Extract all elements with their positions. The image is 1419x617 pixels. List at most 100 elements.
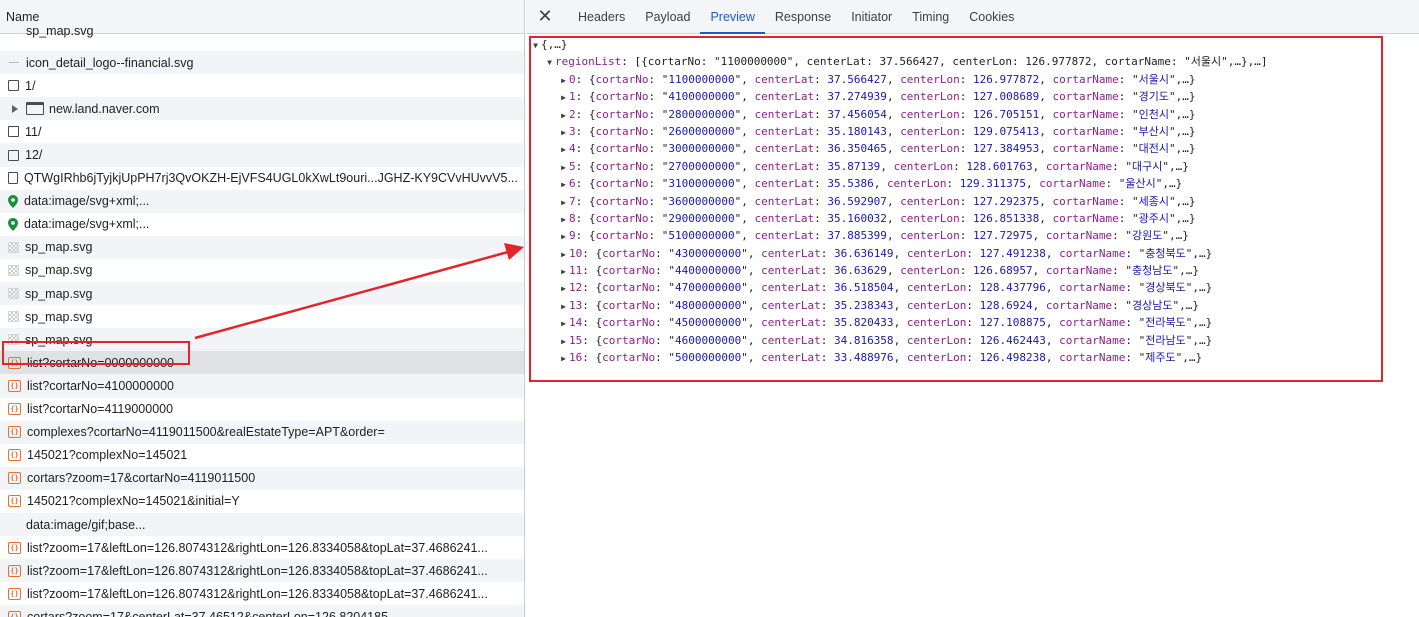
- request-name: data:image/svg+xml;...: [24, 194, 150, 209]
- request-row[interactable]: 11/: [0, 120, 524, 143]
- collapsed-triangle-icon[interactable]: ▶: [558, 194, 569, 211]
- collapsed-triangle-icon[interactable]: ▶: [558, 298, 569, 315]
- region-item-line[interactable]: ▶ 12: {cortarNo: "4700000000", centerLat:…: [530, 279, 1419, 296]
- region-item-line[interactable]: ▶ 11: {cortarNo: "4400000000", centerLat:…: [530, 262, 1419, 279]
- region-item-line[interactable]: ▶ 7: {cortarNo: "3600000000", centerLat: …: [530, 193, 1419, 210]
- item-cortar-name: 전라남도: [1145, 333, 1186, 347]
- frame-window-icon: [26, 102, 44, 116]
- region-list-line[interactable]: ▼ regionList: [{cortarNo: "1100000000", c…: [530, 53, 1419, 70]
- expanded-triangle-icon[interactable]: ▼: [544, 54, 555, 71]
- item-center-lat: 35.238343: [833, 298, 894, 312]
- collapsed-triangle-icon[interactable]: ▶: [558, 350, 569, 367]
- request-row[interactable]: {} list?cortarNo=4100000000: [0, 374, 524, 398]
- request-row[interactable]: data:image/gif;base...: [0, 512, 524, 537]
- item-cortar-no: 4800000000: [674, 298, 742, 312]
- request-row[interactable]: {} list?cortarNo=4119000000: [0, 398, 524, 421]
- collapsed-triangle-icon[interactable]: ▶: [558, 211, 569, 228]
- item-index: 4: [569, 142, 576, 156]
- request-row[interactable]: QTWgIRhb6jTyjkjUpPH7rj3QvOKZH-EjVFS4UGL0…: [0, 167, 524, 190]
- expand-caret-icon[interactable]: [8, 103, 20, 115]
- request-row[interactable]: {} 145021?complexNo=145021&initial=Y: [0, 490, 524, 513]
- item-center-lon: 127.72975: [973, 229, 1033, 243]
- svg-image-icon: [8, 241, 19, 253]
- collapsed-triangle-icon[interactable]: ▶: [558, 159, 569, 176]
- region-item-line[interactable]: ▶ 1: {cortarNo: "4100000000", centerLat: …: [530, 88, 1419, 105]
- request-row[interactable]: sp_map.svg: [0, 235, 524, 259]
- region-item-line[interactable]: ▶ 3: {cortarNo: "2600000000", centerLat: …: [530, 123, 1419, 140]
- request-name: new.land.naver.com: [49, 101, 160, 116]
- collapsed-triangle-icon[interactable]: ▶: [558, 141, 569, 158]
- region-item-line[interactable]: ▶ 9: {cortarNo: "5100000000", centerLat: …: [530, 227, 1419, 244]
- region-item-line[interactable]: ▶ 14: {cortarNo: "4500000000", centerLat:…: [530, 314, 1419, 331]
- item-center-lon: 127.491238: [979, 246, 1046, 260]
- request-row[interactable]: {} list?zoom=17&leftLon=126.8074312&right…: [0, 559, 524, 583]
- region-item-line[interactable]: ▶ 15: {cortarNo: "4600000000", centerLat:…: [530, 332, 1419, 349]
- region-item-line[interactable]: ▶ 16: {cortarNo: "5000000000", centerLat:…: [530, 349, 1419, 366]
- close-details-icon[interactable]: ✕: [536, 0, 554, 33]
- item-index: 8: [569, 211, 576, 225]
- request-name: sp_map.svg: [25, 240, 93, 255]
- request-name: QTWgIRhb6jTyjkjUpPH7rj3QvOKZH-EjVFS4UGL0…: [24, 171, 518, 186]
- region-item-line[interactable]: ▶ 5: {cortarNo: "2700000000", centerLat: …: [530, 158, 1419, 175]
- region-item-line[interactable]: ▶ 13: {cortarNo: "4800000000", centerLat:…: [530, 297, 1419, 314]
- collapsed-triangle-icon[interactable]: ▶: [558, 72, 569, 89]
- request-row[interactable]: sp_map.svg: [0, 259, 524, 282]
- json-root-line[interactable]: ▼ {,…}: [530, 36, 1419, 53]
- region-item-line[interactable]: ▶ 2: {cortarNo: "2800000000", centerLat: …: [530, 106, 1419, 123]
- collapsed-triangle-icon[interactable]: ▶: [558, 176, 569, 193]
- tab-cookies[interactable]: Cookies: [959, 0, 1024, 33]
- request-row[interactable]: 1/: [0, 74, 524, 97]
- collapsed-triangle-icon[interactable]: ▶: [558, 280, 569, 297]
- request-row[interactable]: new.land.naver.com: [0, 97, 524, 121]
- item-cortar-name: 경상남도: [1132, 298, 1173, 312]
- request-row[interactable]: data:image/svg+xml;...: [0, 213, 524, 236]
- request-row[interactable]: {} list?zoom=17&leftLon=126.8074312&right…: [0, 582, 524, 605]
- tab-initiator[interactable]: Initiator: [841, 0, 902, 33]
- request-row[interactable]: sp_map.svg: [0, 28, 524, 51]
- request-row[interactable]: {} cortars?zoom=17&cortarNo=4119011500: [0, 466, 524, 490]
- collapsed-triangle-icon[interactable]: ▶: [558, 89, 569, 106]
- request-row[interactable]: data:image/svg+xml;...: [0, 189, 524, 213]
- collapsed-triangle-icon[interactable]: ▶: [558, 315, 569, 332]
- request-name: sp_map.svg: [25, 309, 93, 324]
- item-cortar-no: 5000000000: [674, 351, 742, 365]
- item-index: 13: [569, 298, 583, 312]
- collapsed-triangle-icon[interactable]: ▶: [558, 246, 569, 263]
- region-item-line[interactable]: ▶ 8: {cortarNo: "2900000000", centerLat: …: [530, 210, 1419, 227]
- request-row[interactable]: {} complexes?cortarNo=4119011500&realEsta…: [0, 420, 524, 444]
- request-row[interactable]: {} 145021?complexNo=145021: [0, 444, 524, 467]
- collapsed-triangle-icon[interactable]: ▶: [558, 263, 569, 280]
- item-cortar-name: 세종시: [1138, 194, 1170, 208]
- expanded-triangle-icon[interactable]: ▼: [530, 37, 541, 54]
- item-center-lon: 127.292375: [973, 194, 1040, 208]
- tab-response[interactable]: Response: [765, 0, 841, 33]
- item-center-lon: 126.68957: [973, 264, 1033, 278]
- request-name: 12/: [25, 148, 43, 163]
- tab-timing[interactable]: Timing: [902, 0, 959, 33]
- region-item-line[interactable]: ▶ 0: {cortarNo: "1100000000", centerLat: …: [530, 71, 1419, 88]
- tab-payload[interactable]: Payload: [635, 0, 700, 33]
- request-row[interactable]: {} list?zoom=17&leftLon=126.8074312&right…: [0, 536, 524, 559]
- collapsed-triangle-icon[interactable]: ▶: [558, 107, 569, 124]
- request-row[interactable]: icon_detail_logo--financial.svg: [0, 51, 524, 75]
- request-row[interactable]: sp_map.svg: [0, 282, 524, 306]
- item-center-lat: 37.566427: [827, 72, 887, 86]
- details-tab-bar: ✕ Headers Payload Preview Response Initiator…: [526, 0, 1419, 34]
- request-row[interactable]: 12/: [0, 143, 524, 167]
- request-name: sp_map.svg: [26, 28, 94, 38]
- item-cortar-name: 대전시: [1138, 142, 1170, 156]
- request-row[interactable]: {} cortars?zoom=17&centerLat=37.46512&cen…: [0, 605, 524, 617]
- collapsed-triangle-icon[interactable]: ▶: [558, 228, 569, 245]
- region-item-line[interactable]: ▶ 4: {cortarNo: "3000000000", centerLat: …: [530, 140, 1419, 157]
- collapsed-triangle-icon[interactable]: ▶: [558, 333, 569, 350]
- region-item-line[interactable]: ▶ 10: {cortarNo: "4300000000", centerLat:…: [530, 245, 1419, 262]
- item-cortar-name: 제주도: [1145, 351, 1176, 365]
- tab-preview[interactable]: Preview: [700, 0, 766, 34]
- item-center-lat: 35.820433: [833, 316, 894, 330]
- collapsed-triangle-icon[interactable]: ▶: [558, 124, 569, 141]
- name-column-label: Name: [6, 9, 40, 24]
- region-list-items: ▶ 0: {cortarNo: "1100000000", centerLat: …: [530, 71, 1419, 367]
- request-row[interactable]: sp_map.svg: [0, 305, 524, 328]
- tab-headers[interactable]: Headers: [568, 0, 635, 33]
- region-item-line[interactable]: ▶ 6: {cortarNo: "3100000000", centerLat: …: [530, 175, 1419, 192]
